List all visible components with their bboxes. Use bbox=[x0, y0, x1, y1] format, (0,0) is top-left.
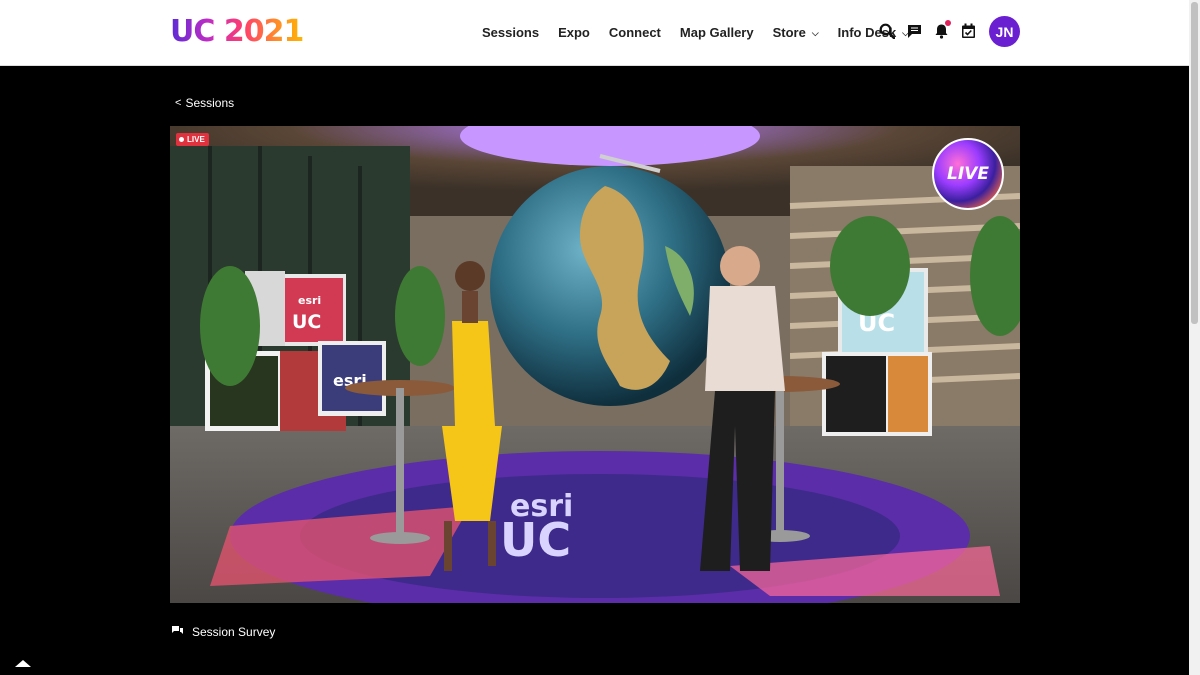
live-watermark-logo: LIVE bbox=[932, 138, 1004, 210]
svg-text:UC: UC bbox=[500, 513, 571, 567]
nav-map-gallery[interactable]: Map Gallery bbox=[680, 23, 754, 43]
search-icon[interactable] bbox=[878, 22, 896, 40]
live-status-badge: LIVE bbox=[176, 133, 209, 146]
nav-connect[interactable]: Connect bbox=[609, 23, 661, 43]
notification-dot bbox=[945, 20, 951, 26]
live-dot-icon bbox=[179, 137, 184, 142]
user-avatar[interactable]: JN bbox=[989, 16, 1020, 47]
nav-store[interactable]: Store ⌵ bbox=[773, 23, 819, 43]
survey-chat-icon bbox=[172, 625, 183, 639]
scroll-to-top-icon[interactable] bbox=[15, 660, 31, 667]
video-frame: esri UC esri UC esri esri UC bbox=[170, 126, 1020, 603]
scrollbar-thumb[interactable] bbox=[1191, 2, 1198, 324]
top-navigation-bar: UC 2021 Sessions Expo Connect Map Galler… bbox=[0, 0, 1189, 66]
svg-text:esri: esri bbox=[298, 294, 321, 307]
nav-expo[interactable]: Expo bbox=[558, 23, 590, 43]
page-scrollbar[interactable] bbox=[1189, 0, 1200, 675]
session-survey-link[interactable]: Session Survey bbox=[172, 625, 275, 639]
live-video-player[interactable]: esri UC esri UC esri esri UC bbox=[170, 126, 1020, 603]
uc-2021-logo[interactable]: UC 2021 bbox=[170, 14, 304, 50]
header-icons bbox=[878, 20, 986, 40]
chevron-left-icon: < bbox=[175, 97, 182, 109]
main-nav: Sessions Expo Connect Map Gallery Store ⌵… bbox=[482, 23, 928, 43]
calendar-icon[interactable] bbox=[959, 22, 977, 40]
nav-sessions[interactable]: Sessions bbox=[482, 23, 539, 43]
bell-icon[interactable] bbox=[932, 20, 951, 40]
svg-text:UC: UC bbox=[292, 311, 321, 333]
chevron-down-icon: ⌵ bbox=[811, 28, 819, 38]
chat-icon[interactable] bbox=[905, 22, 923, 40]
back-to-sessions-link[interactable]: < Sessions bbox=[175, 96, 234, 110]
